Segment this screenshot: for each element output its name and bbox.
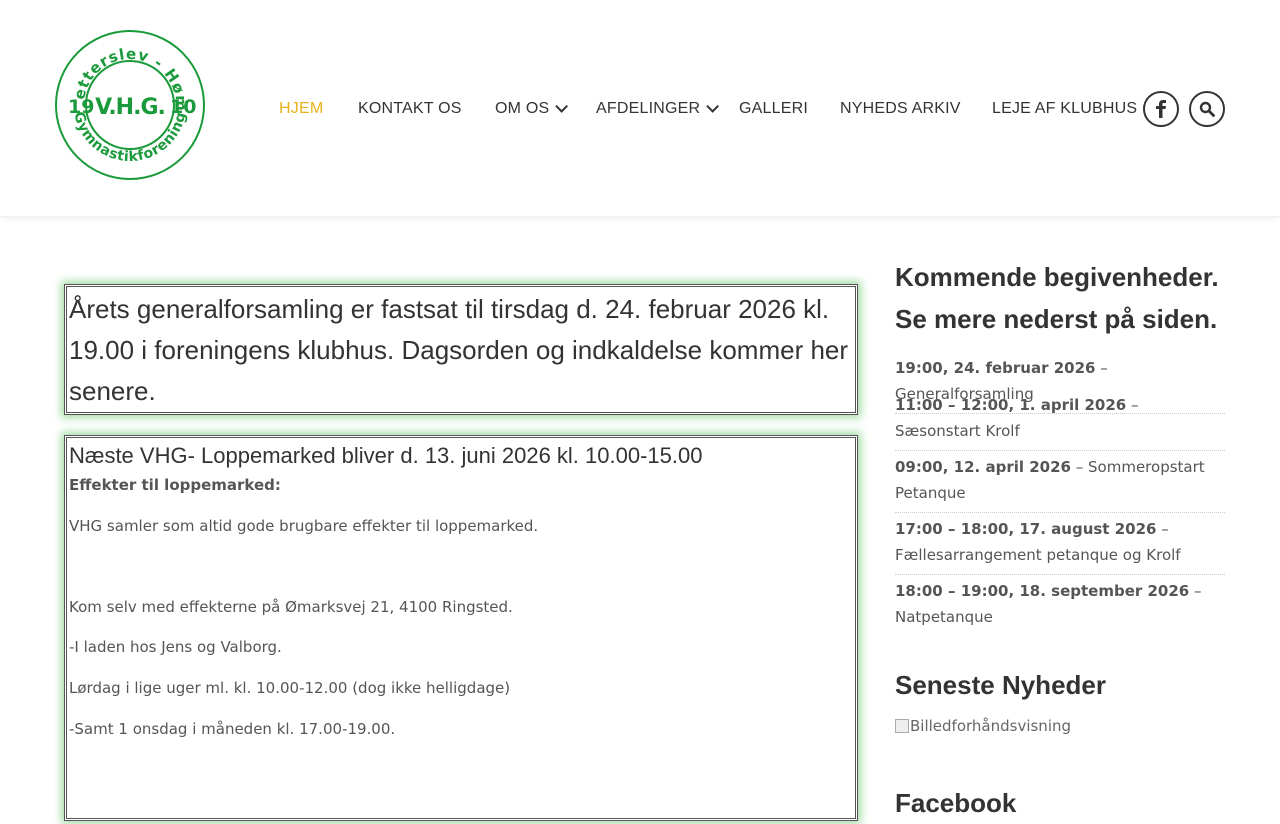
facebook-icon	[1156, 100, 1166, 118]
news-image-alt: Billedforhåndsvisning	[910, 717, 1072, 735]
flea-market-heading: Næste VHG- Loppemarked bliver d. 13. jun…	[69, 443, 703, 468]
event-time: 09:00, 12. april 2026	[895, 458, 1071, 476]
announcement-text: Årets generalforsamling er fastsat til t…	[69, 294, 849, 406]
nav-item-om-os[interactable]: OM OS	[495, 96, 569, 122]
event-time: 19:00, 24. februar 2026	[895, 359, 1096, 377]
announcement-box: Årets generalforsamling er fastsat til t…	[64, 284, 858, 415]
news-image[interactable]: Billedforhåndsvisning	[895, 717, 1071, 735]
event-time: 17:00 – 18:00, 17. august 2026	[895, 520, 1157, 538]
search-icon	[1199, 101, 1215, 117]
nav-item-kontakt-os[interactable]: KONTAKT OS	[358, 96, 462, 122]
facebook-button[interactable]	[1143, 91, 1179, 127]
facebook-widget-title: Facebook	[895, 788, 1017, 818]
flea-market-box: Næste VHG- Loppemarked bliver d. 13. jun…	[64, 435, 858, 821]
broken-image-icon	[895, 719, 909, 733]
event-time: 11:00 – 12:00, 1. april 2026	[895, 396, 1127, 414]
nav-item-om-os-label: OM OS	[495, 100, 550, 117]
logo-year-left: 19	[68, 96, 94, 118]
event-item[interactable]: 11:00 – 12:00, 1. april 2026 – Sæsonstar…	[895, 392, 1225, 451]
flea-market-subheading: Effekter til loppemarked:	[69, 476, 281, 494]
search-button[interactable]	[1189, 91, 1225, 127]
flea-market-paragraph: -Samt 1 onsdag i måneden kl. 17.00-19.00…	[69, 720, 396, 738]
chevron-down-icon	[555, 100, 569, 113]
event-name: Fællesarrangement petanque og Krolf	[895, 546, 1181, 564]
events-title: Kommende begivenheder. Se mere nederst p…	[895, 262, 1219, 334]
vhg-logo[interactable]: Vetterslev - Høm Gymnastikforening 19 10…	[48, 15, 206, 181]
event-item[interactable]: 18:00 – 19:00, 18. september 2026 – Natp…	[895, 578, 1225, 636]
event-name: Sæsonstart Krolf	[895, 422, 1020, 440]
nav-item-leje-af-klubhus[interactable]: LEJE AF KLUBHUS	[992, 96, 1137, 122]
event-item[interactable]: 17:00 – 18:00, 17. august 2026 – Fællesa…	[895, 516, 1225, 575]
flea-market-paragraph: -I laden hos Jens og Valborg.	[69, 638, 282, 656]
flea-market-paragraph: Lørdag i lige uger ml. kl. 10.00-12.00 (…	[69, 679, 511, 697]
event-name: Natpetanque	[895, 608, 993, 626]
logo-emblem: Vetterslev - Høm Gymnastikforening 19 10…	[48, 15, 205, 180]
event-item[interactable]: 09:00, 12. april 2026 – Sommeropstart Pe…	[895, 454, 1225, 513]
flea-market-paragraph: Kom selv med effekterne på Ømarksvej 21,…	[69, 598, 513, 616]
logo-initials: V.H.G.	[95, 95, 165, 120]
flea-market-paragraph: VHG samler som altid gode brugbare effek…	[69, 517, 539, 535]
logo-year-right: 10	[170, 96, 196, 118]
nav-item-afdelinger-label: AFDELINGER	[596, 100, 701, 117]
news-title: Seneste Nyheder	[895, 670, 1106, 700]
chevron-down-icon	[706, 100, 720, 113]
event-time: 18:00 – 19:00, 18. september 2026	[895, 582, 1190, 600]
nav-item-hjem[interactable]: HJEM	[279, 96, 323, 122]
nav-item-galleri[interactable]: GALLERI	[739, 96, 808, 122]
nav-item-afdelinger[interactable]: AFDELINGER	[596, 96, 720, 122]
nav-item-nyheds-arkiv[interactable]: NYHEDS ARKIV	[840, 96, 961, 122]
site-header: Vetterslev - Høm Gymnastikforening 19 10…	[0, 0, 1280, 217]
